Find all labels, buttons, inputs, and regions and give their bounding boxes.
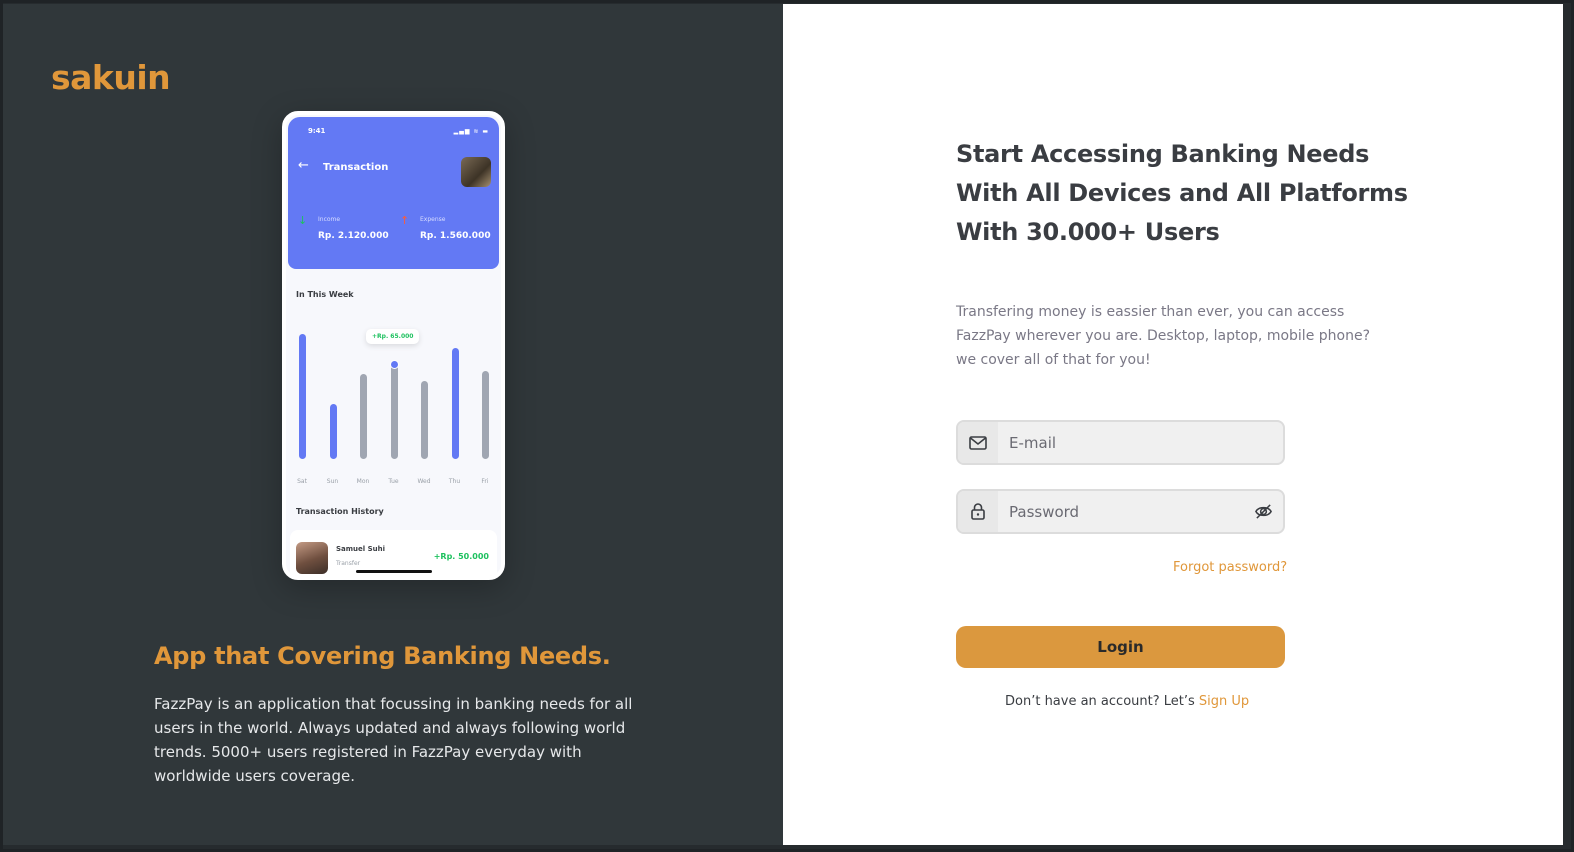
chart-selected-point: [389, 360, 399, 369]
status-time: 9:41: [308, 127, 326, 135]
password-field-wrapper: [956, 489, 1285, 534]
chart-bar: [360, 374, 367, 459]
expense-value: Rp. 1.560.000: [420, 231, 491, 241]
signup-text: Don’t have an account? Let’s: [1005, 694, 1199, 709]
back-arrow-icon: ←: [298, 158, 309, 173]
login-button[interactable]: Login: [956, 626, 1285, 668]
email-input[interactable]: [998, 422, 1248, 463]
chart-bar: [421, 381, 428, 459]
forgot-password-link[interactable]: Forgot password?: [1173, 560, 1287, 575]
chart-day-label: Wed: [417, 478, 431, 485]
phone-header: 9:41 ▂▄▆ ≋ ▬ ← Transaction ↓ Income Rp. …: [288, 117, 499, 269]
promo-description: FazzPay is an application that focussing…: [154, 695, 633, 785]
chart-bar: [482, 371, 489, 459]
login-panel: Start Accessing Banking Needs With All D…: [783, 4, 1563, 845]
avatar: [461, 157, 491, 187]
chart-day-label: Thu: [448, 478, 461, 485]
eye-off-icon[interactable]: [1254, 502, 1273, 525]
promo-tagline: App that Covering Banking Needs.: [154, 642, 611, 670]
avatar: [296, 542, 328, 574]
page-title: Start Accessing Banking Needs With All D…: [956, 140, 1408, 246]
income-value: Rp. 2.120.000: [318, 231, 389, 241]
signup-prompt: Don’t have an account? Let’s Sign Up: [1005, 694, 1249, 709]
history-amount: +Rp. 50.000: [433, 552, 489, 561]
chart-day-label: Tue: [388, 478, 399, 485]
chart-bar: [299, 334, 306, 459]
chart-day-label: Sat: [297, 478, 307, 485]
history-title: Transaction History: [296, 507, 384, 516]
chart-bar: [390, 365, 398, 459]
phone-screen-title: Transaction: [323, 162, 389, 173]
history-name: Samuel Suhi: [336, 545, 386, 553]
history-type: Transfer: [336, 560, 361, 567]
week-bar-chart: Sat Sun Mon Tue Wed Thu Fri: [296, 325, 496, 485]
income-arrow-icon: ↓: [298, 214, 308, 227]
expense-arrow-icon: ↑: [400, 214, 410, 227]
chart-bar: [329, 404, 337, 459]
chart-bar: [451, 348, 459, 459]
brand-logo[interactable]: sakuin: [51, 58, 171, 97]
chart-day-label: Fri: [481, 478, 489, 485]
signup-link[interactable]: Sign Up: [1199, 694, 1249, 709]
chart-day-label: Mon: [356, 478, 370, 485]
income-label: Income: [318, 216, 341, 223]
promo-panel: sakuin 9:41 ▂▄▆ ≋ ▬ ← Transaction ↓ Inco…: [3, 4, 783, 845]
login-subtext: Transfering money is eassier than ever, …: [956, 304, 1370, 368]
phone-mockup: 9:41 ▂▄▆ ≋ ▬ ← Transaction ↓ Income Rp. …: [282, 111, 505, 580]
password-input[interactable]: [998, 491, 1248, 532]
status-icons: ▂▄▆ ≋ ▬: [453, 128, 489, 135]
chart-day-label: Sun: [326, 478, 339, 485]
expense-label: Expense: [420, 216, 446, 223]
home-indicator: [356, 570, 432, 573]
week-chart-title: In This Week: [296, 290, 354, 299]
email-field-wrapper: [956, 420, 1285, 465]
mail-icon: [958, 422, 998, 463]
lock-icon: [958, 491, 998, 532]
